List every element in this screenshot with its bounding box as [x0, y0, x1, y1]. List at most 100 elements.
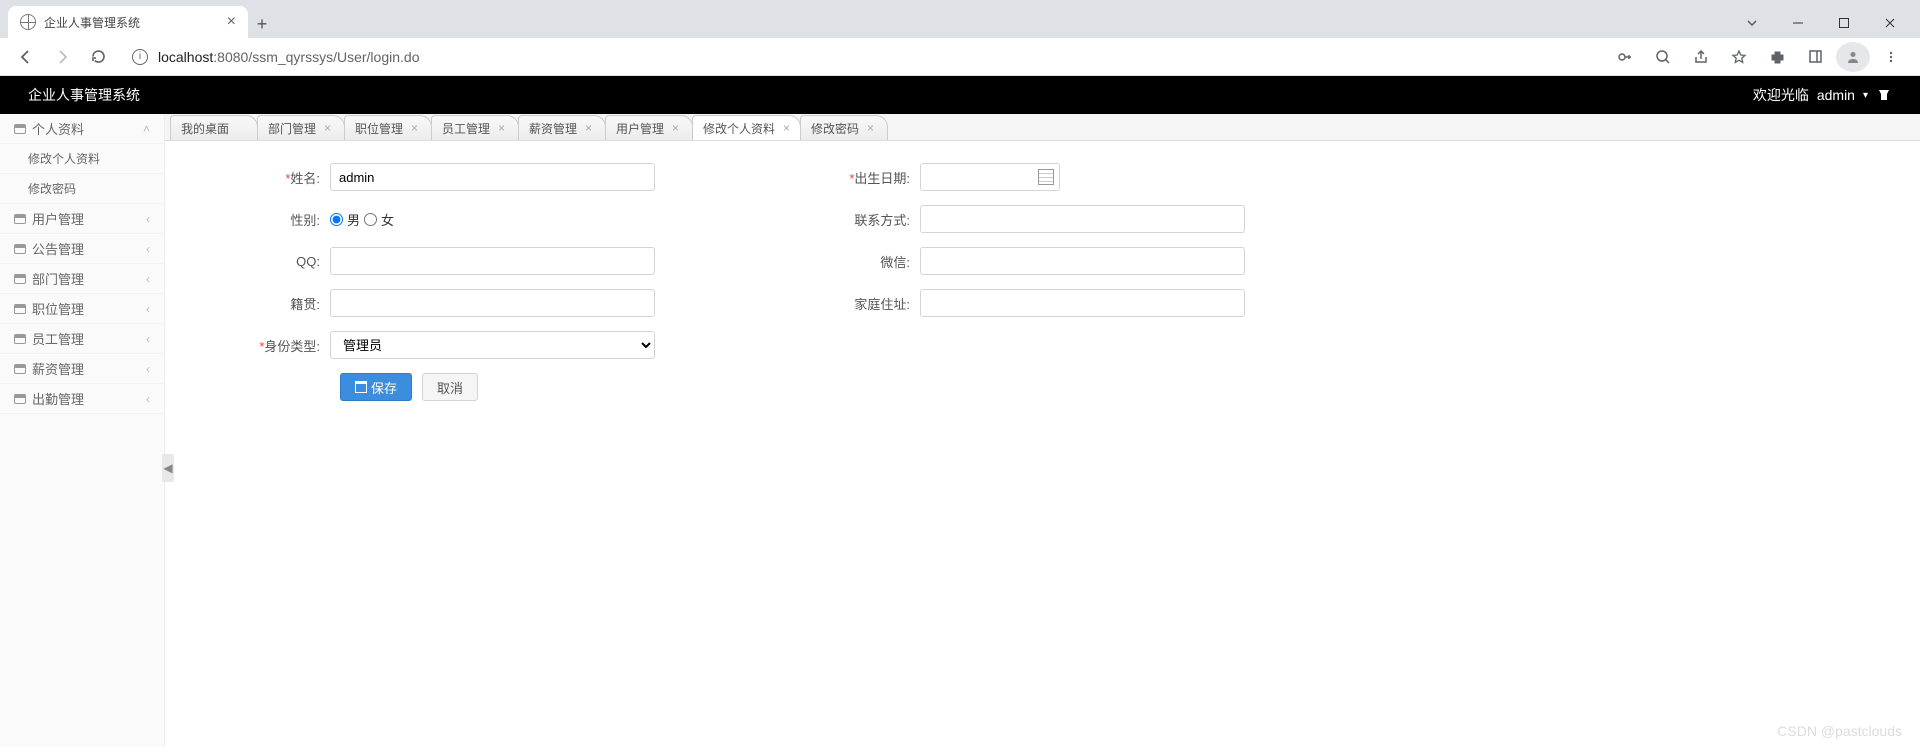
tab-label: 我的桌面 — [181, 120, 229, 137]
sidebar-item-change-password[interactable]: 修改密码 — [0, 174, 164, 204]
zoom-icon[interactable] — [1646, 42, 1680, 72]
close-icon[interactable]: × — [498, 121, 505, 135]
globe-icon — [20, 14, 36, 30]
close-icon[interactable]: × — [411, 121, 418, 135]
sex-label: 性别: — [195, 210, 330, 229]
sidebar-item-employee[interactable]: 员工管理‹ — [0, 324, 164, 354]
star-icon[interactable] — [1722, 42, 1756, 72]
sidebar-item-label: 个人资料 — [32, 119, 84, 138]
share-icon[interactable] — [1684, 42, 1718, 72]
sex-female-radio[interactable] — [364, 213, 377, 226]
contact-input[interactable] — [920, 205, 1245, 233]
site-info-icon[interactable]: i — [132, 49, 148, 65]
tab-change-password[interactable]: 修改密码× — [800, 115, 888, 140]
close-icon[interactable]: × — [783, 121, 790, 135]
close-icon[interactable]: × — [867, 121, 874, 135]
url: localhost:8080/ssm_qyrssys/User/login.do — [158, 49, 419, 65]
close-icon[interactable]: × — [585, 121, 592, 135]
lock-icon — [14, 364, 26, 374]
app-title: 企业人事管理系统 — [28, 85, 140, 105]
tab-label: 部门管理 — [268, 120, 316, 137]
lock-icon — [14, 244, 26, 254]
tab-employee[interactable]: 员工管理 × — [431, 115, 519, 140]
chevron-left-icon: ‹ — [146, 392, 150, 406]
tab-label: 职位管理 — [355, 120, 403, 137]
save-icon — [355, 381, 367, 393]
tab-label: 用户管理 — [616, 120, 664, 137]
calendar-icon[interactable] — [1038, 169, 1054, 185]
close-icon[interactable]: × — [672, 121, 679, 135]
chevron-left-icon: ‹ — [146, 302, 150, 316]
name-input[interactable] — [330, 163, 655, 191]
sidebar: 个人资料 ˄ 修改个人资料 修改密码 用户管理‹ 公告管理‹ 部门管理‹ 职位管理… — [0, 114, 165, 747]
browser-tab[interactable]: 企业人事管理系统 × — [8, 6, 248, 38]
extensions-icon[interactable] — [1760, 42, 1794, 72]
tab-position[interactable]: 职位管理 × — [344, 115, 432, 140]
browser-toolbar: i localhost:8080/ssm_qyrssys/User/login.… — [0, 38, 1920, 76]
sidebar-collapse-handle[interactable]: ◀ — [162, 454, 174, 482]
cancel-button[interactable]: 取消 — [422, 373, 478, 401]
sidebar-item-edit-profile[interactable]: 修改个人资料 — [0, 144, 164, 174]
tab-desktop[interactable]: 我的桌面 — [170, 115, 258, 140]
profile-avatar[interactable] — [1836, 42, 1870, 72]
theme-icon[interactable] — [1876, 87, 1892, 103]
tab-label: 员工管理 — [442, 120, 490, 137]
lock-icon — [14, 274, 26, 284]
sidebar-item-attendance[interactable]: 出勤管理 ‹ — [0, 384, 164, 414]
qq-input[interactable] — [330, 247, 655, 275]
forward-button[interactable] — [48, 43, 76, 71]
chevron-up-icon: ˄ — [143, 122, 150, 136]
reload-button[interactable] — [84, 43, 112, 71]
close-tab-icon[interactable]: × — [227, 13, 236, 31]
tab-label: 修改个人资料 — [703, 120, 775, 137]
sidebar-item-label: 出勤管理 — [32, 389, 84, 408]
panel-icon[interactable] — [1798, 42, 1832, 72]
sex-male-radio[interactable] — [330, 213, 343, 226]
sidebar-item-dept[interactable]: 部门管理‹ — [0, 264, 164, 294]
profile-form: *姓名: *出生日期: 性别: 男 女 联系方式: QQ: 微信: 籍贯: 家庭… — [165, 141, 1920, 401]
chevron-down-icon[interactable] — [1730, 8, 1774, 38]
lock-icon — [14, 304, 26, 314]
browser-tab-strip: 企业人事管理系统 × + — [0, 0, 1920, 38]
back-button[interactable] — [12, 43, 40, 71]
tab-edit-profile[interactable]: 修改个人资料 × — [692, 115, 801, 140]
address-bar[interactable]: i localhost:8080/ssm_qyrssys/User/login.… — [120, 42, 1600, 72]
welcome-text: 欢迎光临 — [1753, 85, 1809, 105]
maximize-icon[interactable] — [1822, 8, 1866, 38]
sidebar-item-users[interactable]: 用户管理‹ — [0, 204, 164, 234]
close-window-icon[interactable] — [1868, 8, 1912, 38]
close-icon[interactable]: × — [324, 121, 331, 135]
sidebar-item-salary[interactable]: 薪资管理‹ — [0, 354, 164, 384]
lock-icon — [14, 394, 26, 404]
tab-bar: 我的桌面 部门管理 × 职位管理 × 员工管理 × 薪资管理× 用户管理 × 修改个人资… — [165, 114, 1920, 141]
app-header: 企业人事管理系统 欢迎光临 admin ▾ — [0, 76, 1920, 114]
native-label: 籍贯: — [195, 294, 330, 313]
wechat-label: 微信: — [785, 252, 920, 271]
save-button[interactable]: 保存 — [340, 373, 412, 401]
sidebar-item-position[interactable]: 职位管理 ‹ — [0, 294, 164, 324]
user-dropdown-icon[interactable]: ▾ — [1863, 90, 1868, 101]
sidebar-item-label: 职位管理 — [32, 299, 84, 318]
native-input[interactable] — [330, 289, 655, 317]
lock-icon — [14, 334, 26, 344]
minimize-icon[interactable] — [1776, 8, 1820, 38]
address-input[interactable] — [920, 289, 1245, 317]
tab-users[interactable]: 用户管理 × — [605, 115, 693, 140]
sidebar-item-label: 薪资管理 — [32, 359, 84, 378]
sidebar-item-label: 员工管理 — [32, 329, 84, 348]
contact-label: 联系方式: — [785, 210, 920, 229]
key-icon[interactable] — [1608, 42, 1642, 72]
lock-icon — [14, 124, 26, 134]
new-tab-button[interactable]: + — [248, 10, 276, 38]
sidebar-item-label: 修改个人资料 — [28, 150, 100, 167]
tab-salary[interactable]: 薪资管理× — [518, 115, 606, 140]
current-user[interactable]: admin — [1817, 87, 1855, 103]
sidebar-item-profile[interactable]: 个人资料 ˄ — [0, 114, 164, 144]
menu-icon[interactable] — [1874, 42, 1908, 72]
idtype-select[interactable]: 管理员 — [330, 331, 655, 359]
watermark: CSDN @pastclouds — [1777, 723, 1902, 739]
sidebar-item-notice[interactable]: 公告管理‹ — [0, 234, 164, 264]
wechat-input[interactable] — [920, 247, 1245, 275]
save-label: 保存 — [371, 378, 397, 397]
tab-dept[interactable]: 部门管理 × — [257, 115, 345, 140]
